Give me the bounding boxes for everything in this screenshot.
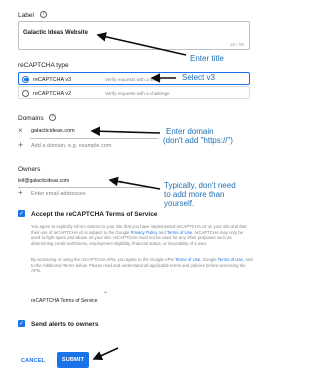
arrow-to-label	[96, 32, 187, 56]
annotation-owners-line3: yourself.	[164, 199, 195, 208]
annotation-enter-domain: Enter domain	[166, 127, 214, 136]
arrow-to-submit	[92, 347, 119, 361]
arrow-to-domain	[90, 126, 161, 137]
annotation-domain-note: (don't add "https://")	[163, 136, 233, 145]
annotation-select-v3: Select v3	[182, 73, 215, 82]
annotation-owners-line1: Typically, don't need	[164, 181, 236, 190]
arrow-to-owner	[108, 176, 161, 190]
annotation-enter-title: Enter title	[190, 54, 224, 63]
annotation-owners-line2: to add more than	[164, 190, 225, 199]
